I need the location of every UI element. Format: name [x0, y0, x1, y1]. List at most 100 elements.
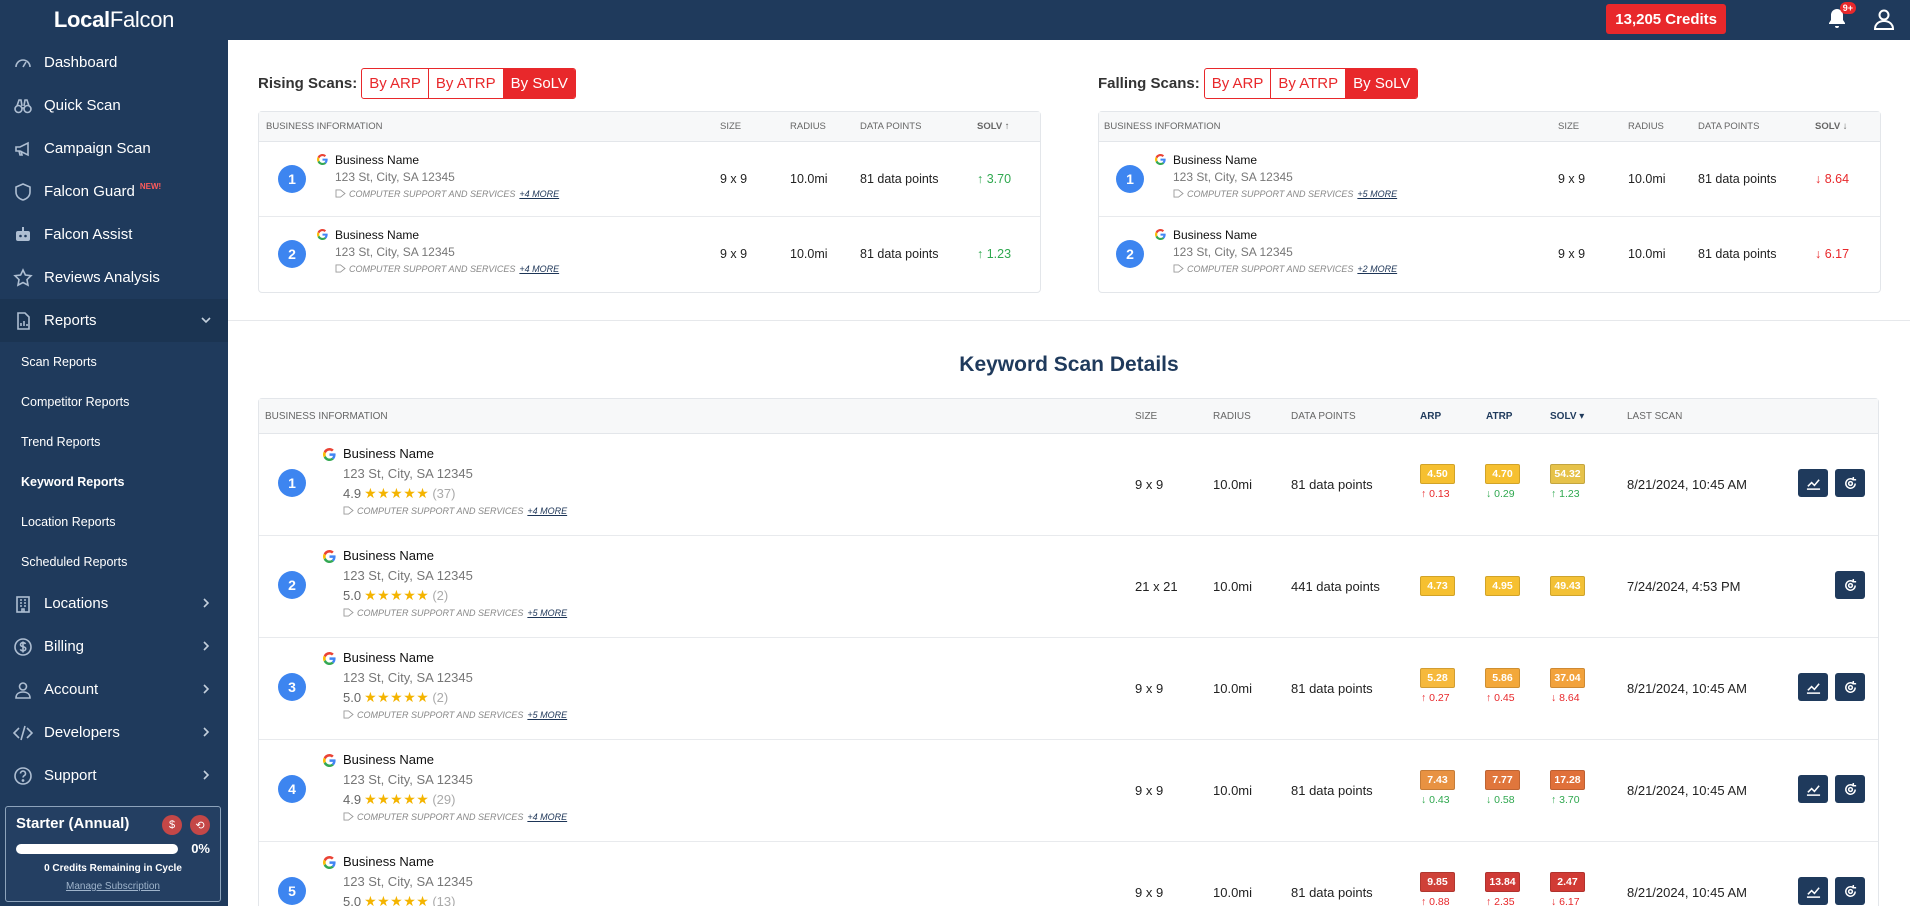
user-profile-icon[interactable]	[1872, 7, 1896, 31]
gauge-icon	[12, 53, 34, 73]
brand-logo[interactable]: Local Falcon	[0, 0, 228, 40]
col-solv[interactable]: SoLV ↓	[1815, 112, 1848, 142]
sidebar-subitem-keyword-reports[interactable]: Keyword Reports	[0, 462, 228, 502]
business-category: COMPUTER SUPPORT AND SERVICES +4 MORE	[335, 189, 559, 199]
sidebar-item-falcon-assist[interactable]: Falcon Assist	[0, 213, 228, 256]
col-solv-label: SoLV	[977, 121, 1003, 132]
business-name[interactable]: Business Name	[343, 752, 434, 767]
sidebar-subitem-location-reports[interactable]: Location Reports	[0, 502, 228, 542]
sidebar-item-quick-scan[interactable]: Quick Scan	[0, 84, 228, 127]
trend-chart-button[interactable]	[1798, 469, 1828, 497]
category-label: COMPUTER SUPPORT AND SERVICES	[1187, 189, 1354, 199]
rescan-button[interactable]	[1835, 673, 1865, 701]
google-icon	[323, 448, 336, 461]
sidebar-item-reports[interactable]: Reports	[0, 299, 228, 342]
manage-subscription-link[interactable]: Manage Subscription	[6, 881, 220, 892]
rescan-target-icon	[1844, 476, 1856, 489]
rating-value: 4.9	[343, 486, 362, 501]
sidebar-subitem-scheduled-reports[interactable]: Scheduled Reports	[0, 542, 228, 582]
business-name[interactable]: Business Name	[343, 446, 434, 461]
business-name[interactable]: Business Name	[1173, 153, 1257, 167]
scan-data-points: 81 data points	[860, 247, 939, 261]
rescan-target-icon	[1844, 884, 1856, 897]
main-content: Rising Scans: By ARP By ATRP By SoLV Bus…	[228, 40, 1910, 906]
col-arp[interactable]: ARP	[1420, 399, 1441, 434]
rescan-button[interactable]	[1835, 877, 1865, 905]
business-name[interactable]: Business Name	[335, 153, 419, 167]
sidebar-item-billing[interactable]: Billing	[0, 625, 228, 668]
sidebar-item-account[interactable]: Account	[0, 668, 228, 711]
solv-change: ↑ 1.23	[977, 247, 1011, 261]
star-rating-icons: ★★★★★	[364, 485, 430, 501]
user-icon	[12, 680, 34, 700]
review-count: (2)	[432, 690, 449, 705]
bell-icon[interactable]: 9+	[1825, 2, 1856, 31]
tab-rising-by-atrp[interactable]: By ATRP	[429, 69, 504, 98]
business-name[interactable]: Business Name	[1173, 228, 1257, 242]
trend-chart-button[interactable]	[1798, 673, 1828, 701]
more-categories-link[interactable]: +4 MORE	[527, 812, 567, 822]
more-categories-link[interactable]: +5 MORE	[1357, 189, 1397, 199]
more-categories-link[interactable]: +5 MORE	[527, 710, 567, 720]
more-categories-link[interactable]: +4 MORE	[519, 189, 559, 199]
tab-falling-by-atrp[interactable]: By ATRP	[1271, 69, 1347, 98]
sidebar-item-campaign-scan[interactable]: Campaign Scan	[0, 127, 228, 170]
business-category: COMPUTER SUPPORT AND SERVICES +4 MORE	[335, 264, 559, 274]
business-name[interactable]: Business Name	[343, 854, 434, 869]
col-solv[interactable]: SoLV ▾	[1550, 399, 1584, 434]
table-row[interactable]: 5 Business Name 123 St, City, SA 12345 5.0 ★…	[259, 842, 1878, 906]
sidebar-subitem-trend-reports[interactable]: Trend Reports	[0, 422, 228, 462]
sidebar-item-label: Developers	[44, 724, 120, 741]
more-categories-link[interactable]: +5 MORE	[527, 608, 567, 618]
renew-cycle-icon[interactable]: ⟲	[190, 815, 210, 835]
buy-credits-dollar-icon[interactable]: $	[162, 815, 182, 835]
atrp-value-badge: 4.95	[1485, 576, 1520, 596]
table-row[interactable]: 2 Business Name 123 St, City, SA 12345 5.0 ★…	[259, 536, 1878, 638]
more-categories-link[interactable]: +2 MORE	[1357, 264, 1397, 274]
sidebar-item-developers[interactable]: Developers	[0, 711, 228, 754]
table-row[interactable]: 4 Business Name 123 St, City, SA 12345 4.9 ★…	[259, 740, 1878, 842]
business-rating: 5.0 ★★★★★ (2)	[343, 587, 448, 604]
sidebar-subitem-competitor-reports[interactable]: Competitor Reports	[0, 382, 228, 422]
tab-falling-by-arp[interactable]: By ARP	[1205, 69, 1272, 98]
sidebar-item-falcon-guard[interactable]: Falcon Guard NEW!	[0, 170, 228, 213]
tag-icon	[343, 812, 354, 821]
more-categories-link[interactable]: +4 MORE	[519, 264, 559, 274]
col-solv[interactable]: SoLV ↑	[977, 112, 1010, 142]
business-address: 123 St, City, SA 12345	[343, 670, 473, 685]
solv-value-badge: 2.47	[1550, 872, 1585, 892]
table-row[interactable]: 1 Business Name 123 St, City, SA 12345 4.9 ★…	[259, 434, 1878, 536]
business-name[interactable]: Business Name	[343, 650, 434, 665]
table-row[interactable]: 2 Business Name 123 St, City, SA 12345 C…	[1099, 217, 1880, 292]
credits-button[interactable]: 13,205 Credits	[1606, 4, 1726, 34]
tab-rising-by-arp[interactable]: By ARP	[362, 69, 429, 98]
rescan-button[interactable]	[1835, 775, 1865, 803]
business-name[interactable]: Business Name	[335, 228, 419, 242]
tab-falling-by-solv[interactable]: By SoLV	[1346, 69, 1418, 98]
business-category: COMPUTER SUPPORT AND SERVICES +5 MORE	[1173, 189, 1397, 199]
table-row[interactable]: 1 Business Name 123 St, City, SA 12345 C…	[1099, 142, 1880, 217]
col-atrp[interactable]: ATRP	[1486, 399, 1512, 434]
scan-size: 9 x 9	[1558, 247, 1586, 261]
rescan-button[interactable]	[1835, 571, 1865, 599]
rescan-button[interactable]	[1835, 469, 1865, 497]
review-count: (13)	[432, 894, 456, 906]
sidebar-subitem-scan-reports[interactable]: Scan Reports	[0, 342, 228, 382]
category-label: COMPUTER SUPPORT AND SERVICES	[1187, 264, 1354, 274]
trend-chart-button[interactable]	[1798, 877, 1828, 905]
table-row[interactable]: 3 Business Name 123 St, City, SA 12345 5.0 ★…	[259, 638, 1878, 740]
sidebar-item-locations[interactable]: Locations	[0, 582, 228, 625]
table-row[interactable]: 1 Business Name 123 St, City, SA 12345 C…	[259, 142, 1040, 217]
sidebar-item-label: Falcon Assist	[44, 226, 133, 243]
question-circle-icon	[12, 766, 34, 786]
last-scan-date: 8/21/2024, 10:45 AM	[1627, 885, 1747, 900]
business-name[interactable]: Business Name	[343, 548, 434, 563]
binoculars-icon	[12, 96, 34, 116]
sidebar-item-reviews-analysis[interactable]: Reviews Analysis	[0, 256, 228, 299]
table-row[interactable]: 2 Business Name 123 St, City, SA 12345 C…	[259, 217, 1040, 292]
more-categories-link[interactable]: +4 MORE	[527, 506, 567, 516]
sidebar-item-dashboard[interactable]: Dashboard	[0, 41, 228, 84]
tab-rising-by-solv[interactable]: By SoLV	[503, 69, 575, 98]
sidebar-item-support[interactable]: Support	[0, 754, 228, 797]
trend-chart-button[interactable]	[1798, 775, 1828, 803]
